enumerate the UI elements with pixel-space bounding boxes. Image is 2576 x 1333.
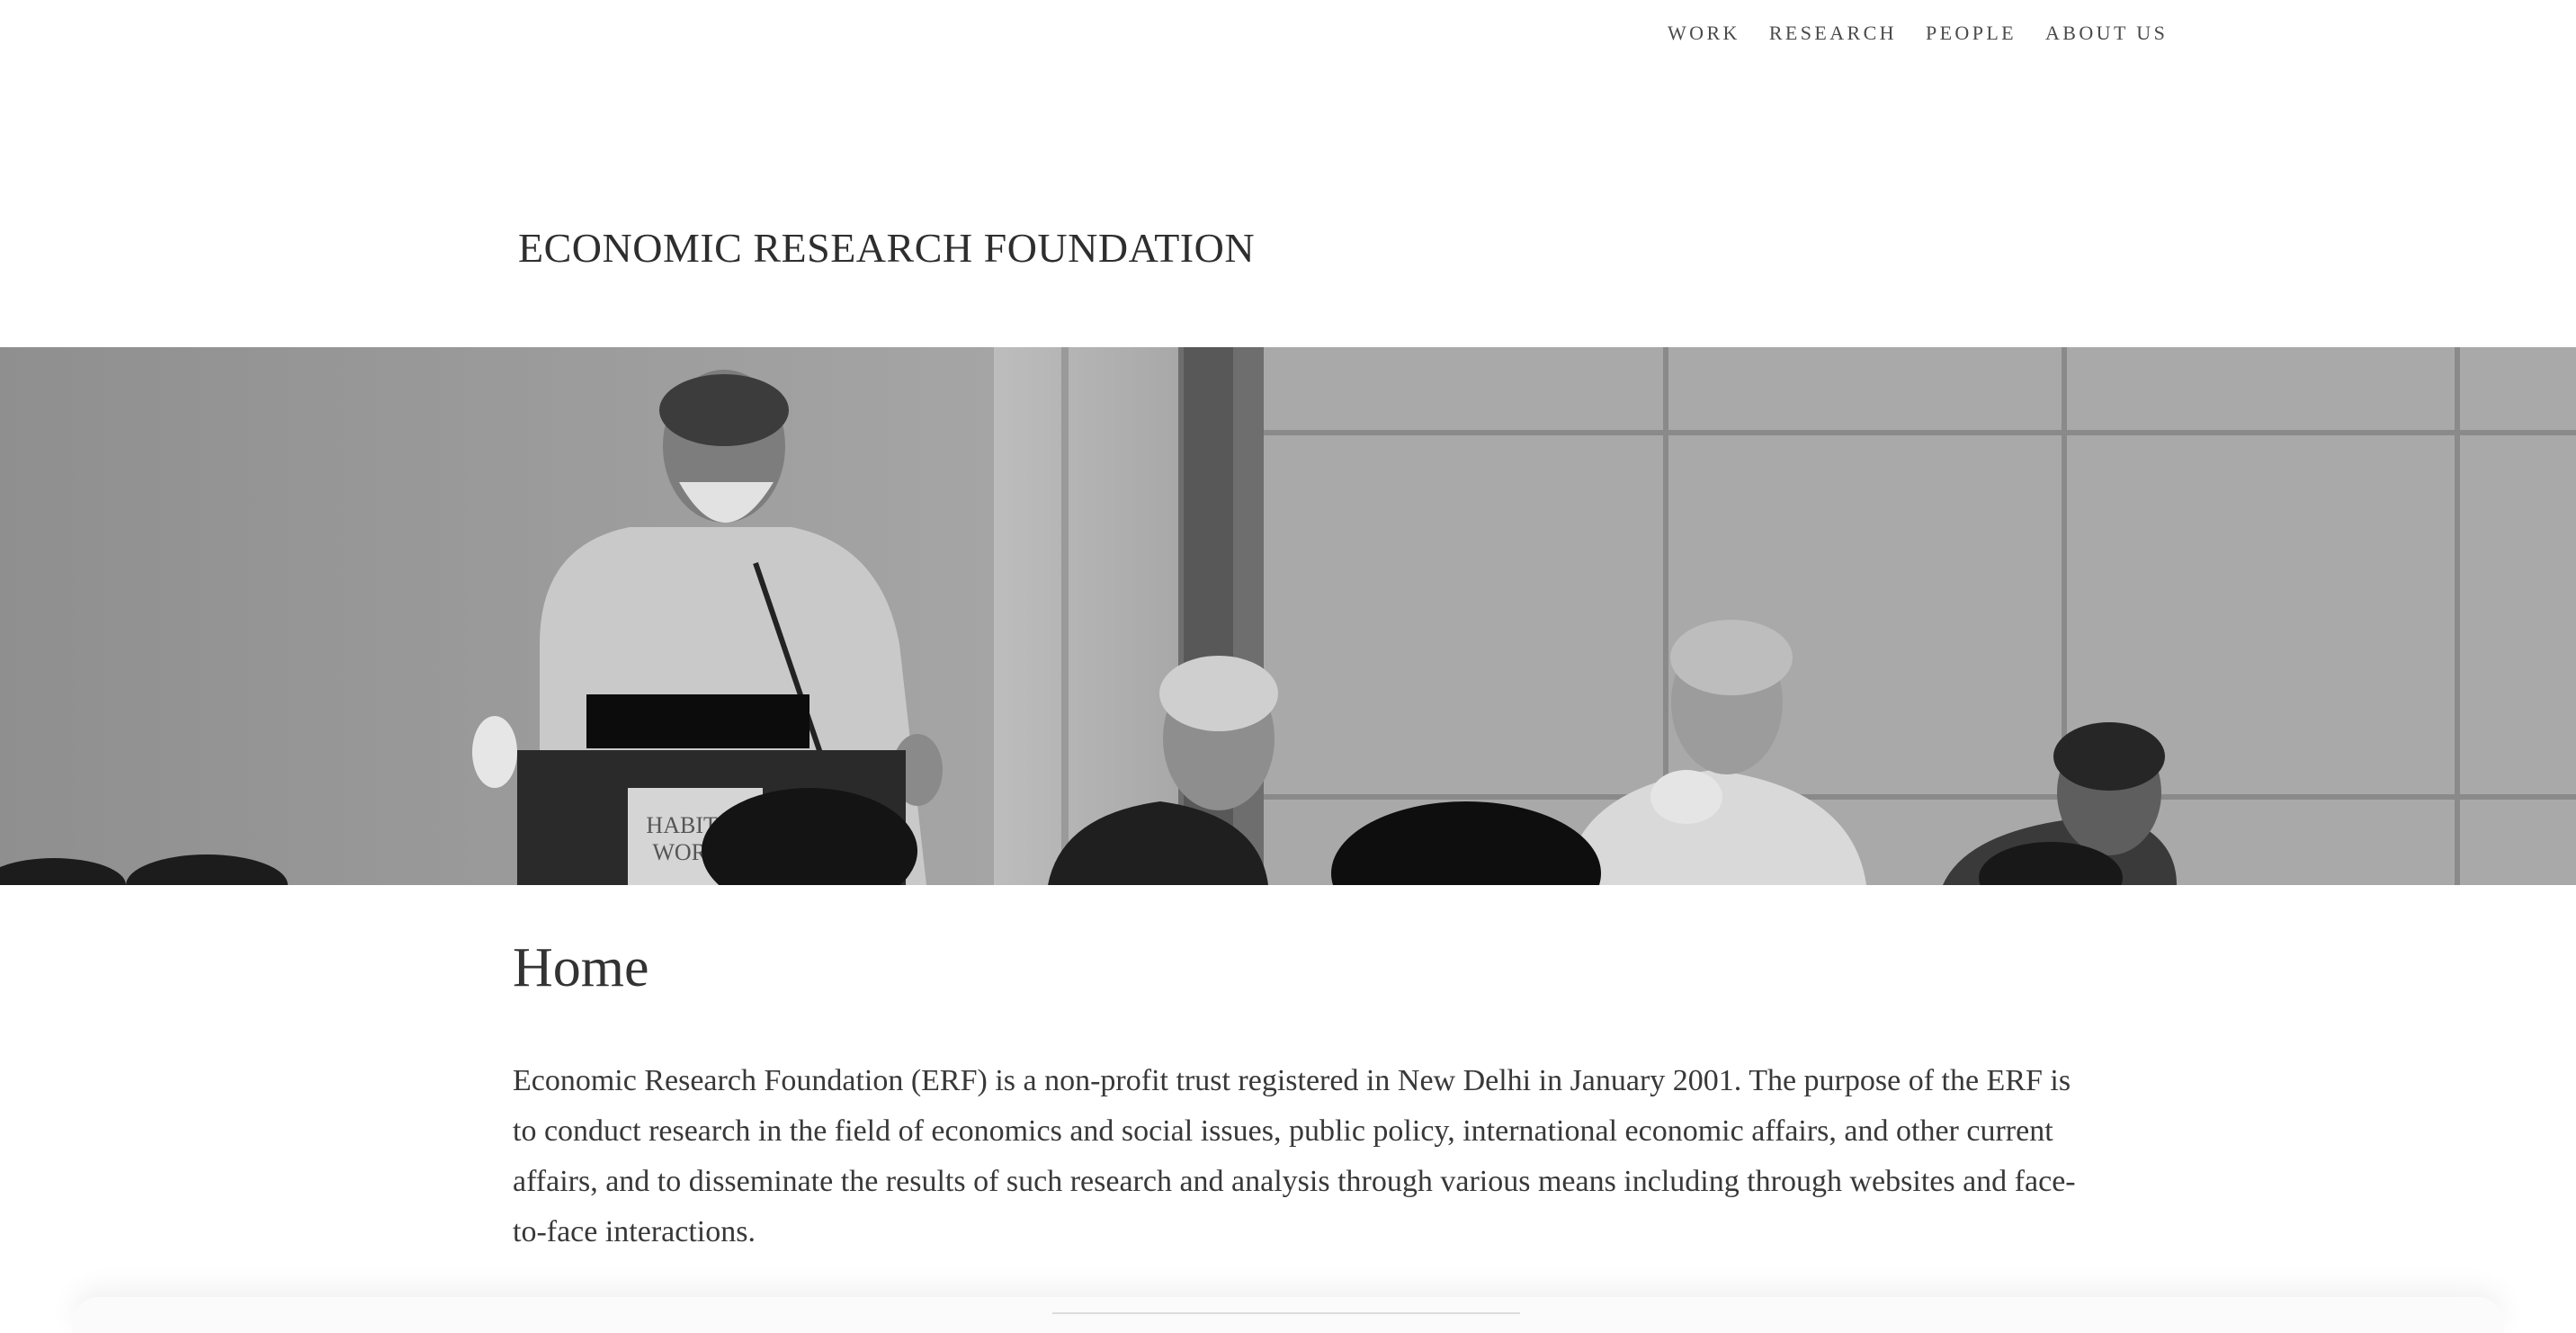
nav-item-research[interactable]: RESEARCH: [1769, 22, 1897, 45]
site-title[interactable]: ECONOMIC RESEARCH FOUNDATION: [518, 221, 1255, 275]
footer-panel-edge: [72, 1297, 2504, 1333]
top-navigation: WORK RESEARCH PEOPLE ABOUT US: [0, 0, 2576, 67]
nav-menu: WORK RESEARCH PEOPLE ABOUT US: [1668, 22, 2168, 45]
intro-paragraph: Economic Research Foundation (ERF) is a …: [513, 1064, 2076, 1248]
page-heading: Home: [513, 937, 649, 998]
nav-item-people[interactable]: PEOPLE: [1926, 22, 2017, 45]
nav-item-about-us[interactable]: ABOUT US: [2045, 22, 2168, 45]
footer-divider: [1052, 1312, 1520, 1314]
banner-image: HABITAT WORLD: [0, 347, 2576, 885]
nav-item-work[interactable]: WORK: [1668, 22, 1740, 45]
banner-photo: HABITAT WORLD: [0, 347, 2576, 885]
